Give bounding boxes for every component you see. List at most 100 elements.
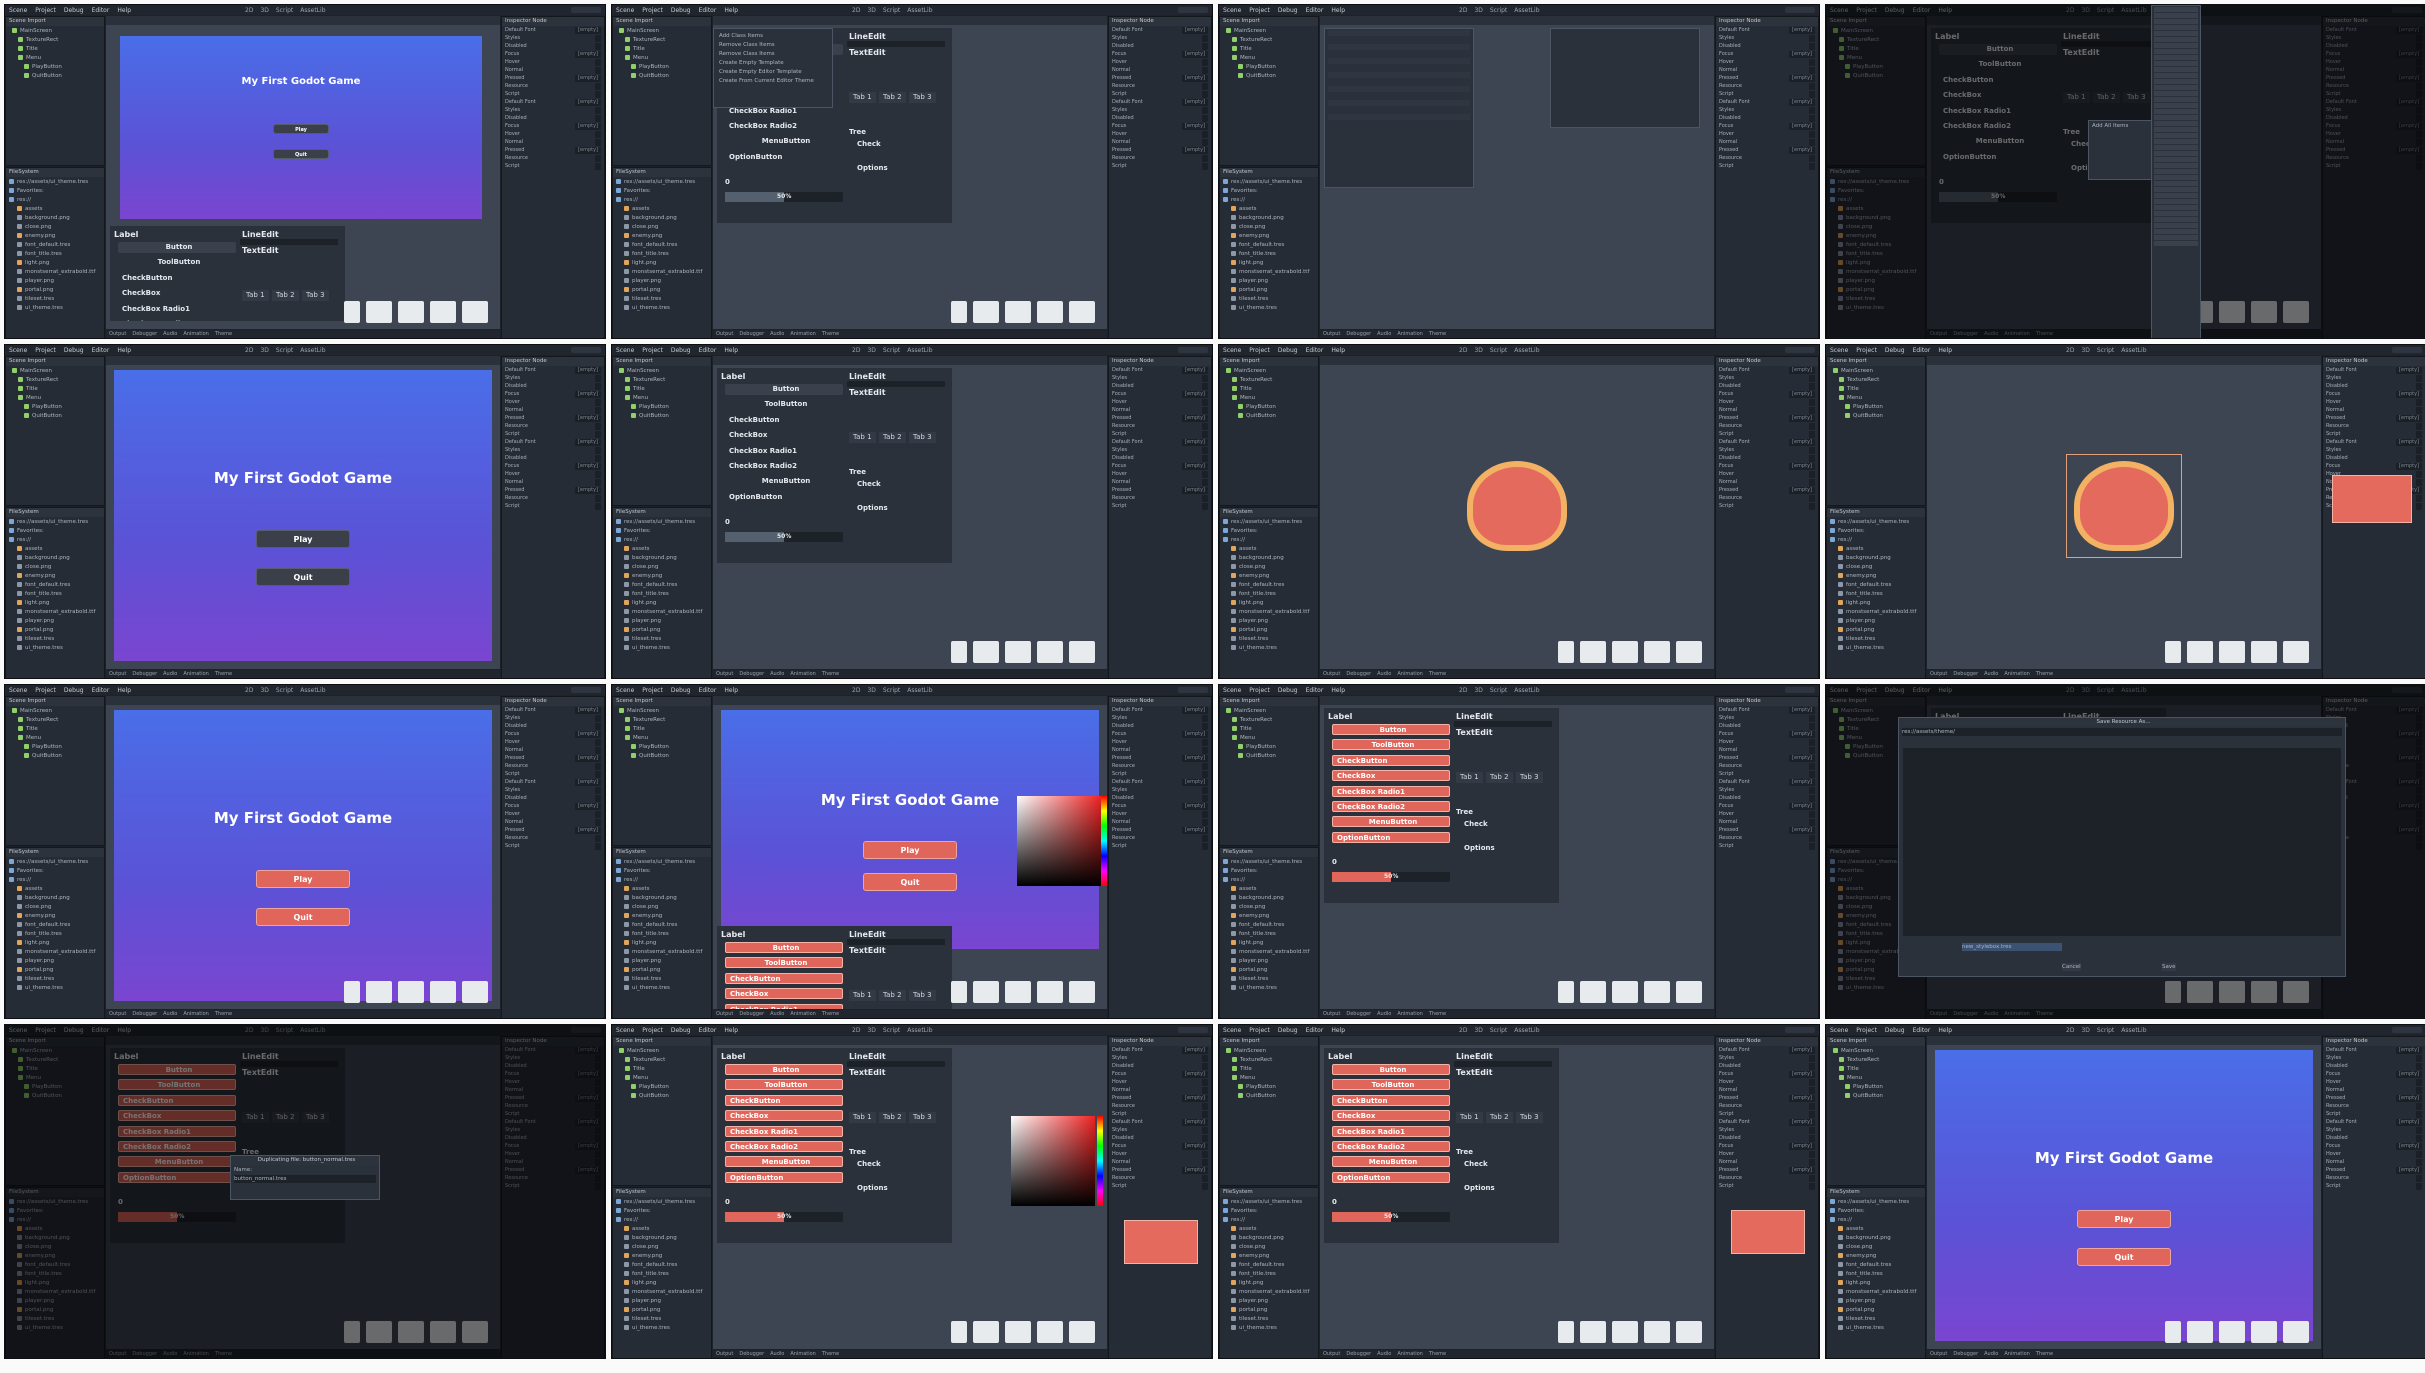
menu-help[interactable]: Help <box>117 347 131 354</box>
file-item[interactable]: light.png <box>616 599 708 607</box>
scene-node[interactable]: PlayButton <box>616 63 708 71</box>
property-value[interactable] <box>1809 399 1815 406</box>
file-item[interactable]: assets <box>1223 545 1315 553</box>
inspector-property[interactable]: Focus[empty] <box>1112 803 1208 810</box>
bottom-tab-debugger[interactable]: Debugger <box>739 1351 764 1357</box>
inspector-property[interactable]: Disabled <box>1719 455 1815 462</box>
thumbnail[interactable] <box>2165 1321 2181 1343</box>
file-item[interactable]: enemy.png <box>616 1252 708 1260</box>
workspace-3d[interactable]: 3D <box>867 1027 875 1034</box>
property-value[interactable]: [empty] <box>1182 1047 1208 1054</box>
property-value[interactable] <box>1202 59 1208 66</box>
menu-editor[interactable]: Editor <box>699 347 717 354</box>
thumbnail[interactable] <box>1005 981 1031 1003</box>
property-value[interactable] <box>1202 795 1208 802</box>
bottom-tab-output[interactable]: Output <box>1323 1351 1340 1357</box>
class-entry[interactable] <box>2154 67 2198 72</box>
file-item[interactable]: portal.png <box>616 1306 708 1314</box>
property-value[interactable] <box>1202 375 1208 382</box>
menu-editor[interactable]: Editor <box>1306 687 1324 694</box>
file-item[interactable]: close.png <box>616 223 708 231</box>
scene-node[interactable]: QuitButton <box>616 1092 708 1100</box>
play-controls[interactable] <box>1785 1027 1815 1033</box>
scene-node[interactable]: Menu <box>616 734 708 742</box>
property-value[interactable] <box>2416 407 2422 414</box>
file-item[interactable]: player.png <box>616 617 708 625</box>
property-value[interactable] <box>2416 1151 2422 1158</box>
menu-debug[interactable]: Debug <box>671 687 691 694</box>
thumbnail[interactable] <box>1580 1321 1606 1343</box>
property-value[interactable] <box>1809 715 1815 722</box>
scene-node[interactable]: Title <box>9 385 101 393</box>
class-entry[interactable] <box>2154 241 2198 246</box>
filename-field[interactable]: new_stylebox.tres <box>1962 943 2062 951</box>
play-controls[interactable] <box>1178 347 1208 353</box>
scene-node[interactable]: TextureRect <box>1223 376 1315 384</box>
inspector-property[interactable]: Resource <box>2326 1175 2422 1182</box>
property-value[interactable] <box>1809 1055 1815 1062</box>
tab-2[interactable]: Tab 2 <box>879 92 906 103</box>
file-item[interactable]: close.png <box>616 1243 708 1251</box>
inspector-property[interactable]: Normal <box>505 407 601 414</box>
inspector-property[interactable]: Normal <box>1112 747 1208 754</box>
property-value[interactable] <box>1809 795 1815 802</box>
scene-node[interactable]: PlayButton <box>1223 1083 1315 1091</box>
scene-node[interactable]: Menu <box>1223 734 1315 742</box>
file-item[interactable]: Favorites: <box>1223 867 1315 875</box>
property-value[interactable] <box>1809 455 1815 462</box>
property-value[interactable]: [empty] <box>2396 1095 2422 1102</box>
property-value[interactable] <box>1809 375 1815 382</box>
menu-scene[interactable]: Scene <box>1223 347 1241 354</box>
inspector-property[interactable]: Focus[empty] <box>1112 391 1208 398</box>
scene-node[interactable]: QuitButton <box>1223 1092 1315 1100</box>
property-value[interactable] <box>1202 1079 1208 1086</box>
file-item[interactable]: background.png <box>1223 214 1315 222</box>
file-item[interactable]: ui_theme.tres <box>1223 1324 1315 1332</box>
bottom-tab-animation[interactable]: Animation <box>1397 331 1423 337</box>
inspector-property[interactable]: Disabled <box>2326 1135 2422 1142</box>
inspector-property[interactable]: Normal <box>2326 407 2422 414</box>
property-value[interactable] <box>1809 423 1815 430</box>
scene-node[interactable]: Title <box>9 725 101 733</box>
tab-3[interactable]: Tab 3 <box>1516 772 1543 783</box>
file-item[interactable]: res://assets/ui_theme.tres <box>9 178 101 186</box>
control-entry[interactable] <box>1328 93 1470 99</box>
file-item[interactable]: monstserrat_extrabold.ttf <box>1223 608 1315 616</box>
file-item[interactable]: close.png <box>9 903 101 911</box>
inspector-property[interactable]: Disabled <box>2326 383 2422 390</box>
thumbnail[interactable] <box>462 981 488 1003</box>
inspector-property[interactable]: Hover <box>2326 399 2422 406</box>
inspector-property[interactable]: Default Font[empty] <box>1112 27 1208 34</box>
property-value[interactable] <box>1809 91 1815 98</box>
file-item[interactable]: Favorites: <box>9 187 101 195</box>
file-item[interactable]: close.png <box>9 223 101 231</box>
inspector-property[interactable]: Resource <box>1719 155 1815 162</box>
property-value[interactable]: [empty] <box>1789 367 1815 374</box>
property-value[interactable] <box>1202 1063 1208 1070</box>
inspector-property[interactable]: Pressed[empty] <box>1719 415 1815 422</box>
file-item[interactable]: enemy.png <box>9 572 101 580</box>
menu-scene[interactable]: Scene <box>9 7 27 14</box>
preview-button[interactable]: Button <box>725 384 843 395</box>
inspector-property[interactable]: Resource <box>1719 835 1815 842</box>
menu-editor[interactable]: Editor <box>1913 1027 1931 1034</box>
class-entry[interactable] <box>2154 103 2198 108</box>
play-controls[interactable] <box>1178 1027 1208 1033</box>
class-entry[interactable] <box>2154 211 2198 216</box>
file-item[interactable]: enemy.png <box>616 572 708 580</box>
menu-debug[interactable]: Debug <box>64 347 84 354</box>
property-value[interactable] <box>595 479 601 486</box>
control-entry[interactable] <box>1328 114 1470 120</box>
property-value[interactable] <box>1202 131 1208 138</box>
property-value[interactable] <box>595 843 601 850</box>
property-value[interactable]: [empty] <box>575 755 601 762</box>
play-controls[interactable] <box>571 687 601 693</box>
class-entry[interactable] <box>2154 193 2198 198</box>
workspace-2d[interactable]: 2D <box>1459 7 1467 14</box>
inspector-property[interactable]: Default Font[empty] <box>1112 1047 1208 1054</box>
inspector-property[interactable]: Default Font[empty] <box>1719 707 1815 714</box>
inspector-property[interactable]: Script <box>505 843 601 850</box>
inspector-property[interactable]: Default Font[empty] <box>1112 367 1208 374</box>
scene-node[interactable]: PlayButton <box>1223 743 1315 751</box>
file-item[interactable]: player.png <box>616 957 708 965</box>
